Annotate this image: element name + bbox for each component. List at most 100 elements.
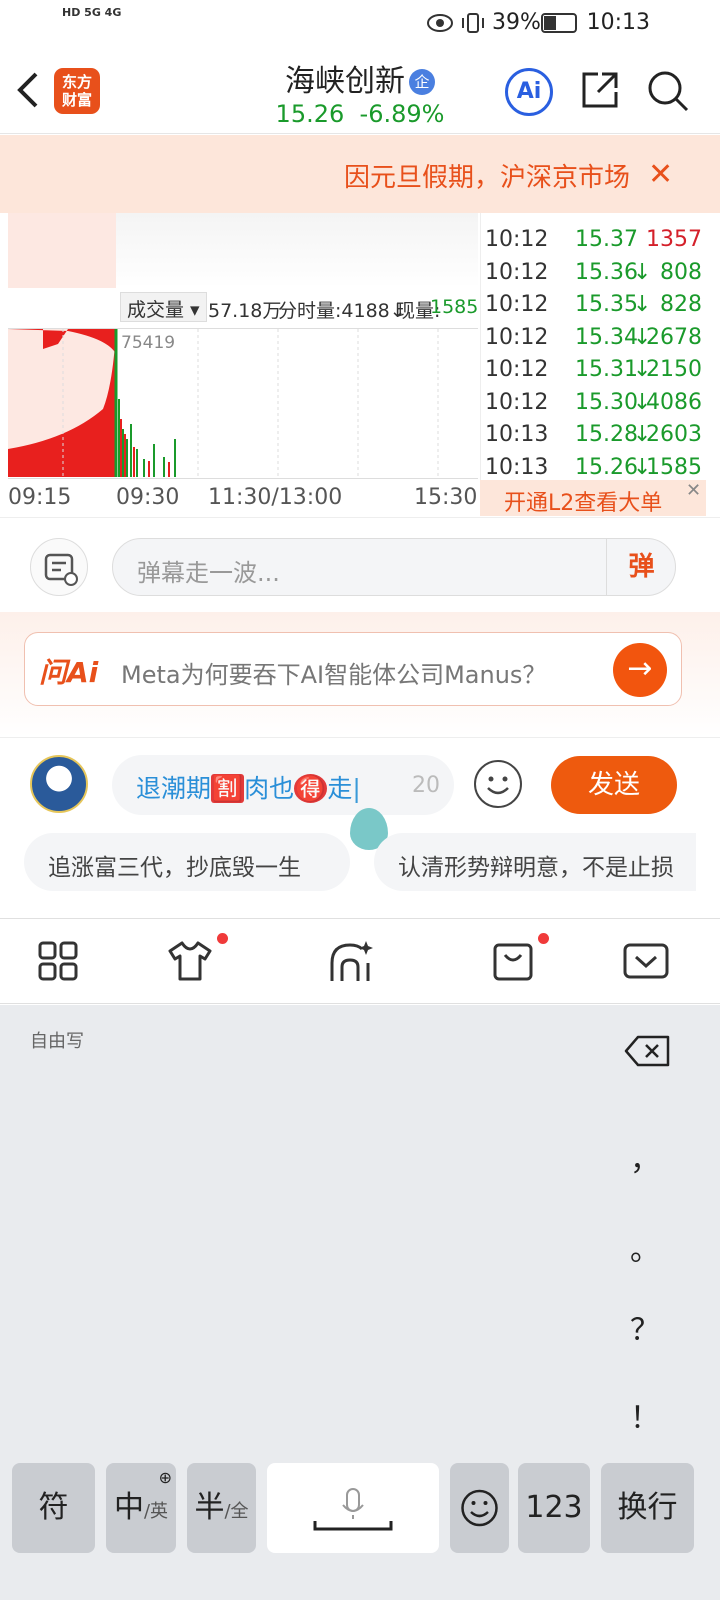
language-switch-key[interactable]: 中/英 ⊕	[106, 1463, 176, 1553]
stock-header: 东方 财富 海峡创新企 15.26 -6.89% Ai	[0, 48, 720, 134]
time-label: 15:30	[414, 485, 478, 510]
time-label: 09:30	[116, 485, 180, 510]
tick-price: 15.35	[575, 292, 638, 317]
tick-price: 15.30	[575, 389, 638, 415]
volume-selector[interactable]: 成交量 ▾	[120, 292, 207, 322]
suggestion-chip[interactable]: 认清形势辩明意，不是止损	[374, 833, 696, 891]
stock-name: 海峡创新	[285, 64, 405, 99]
tick-price: 15.31	[575, 357, 638, 382]
width-switch-key[interactable]: 半/全	[187, 1463, 256, 1553]
microphone-space-icon	[313, 1488, 393, 1531]
keyboard-toolbar	[0, 918, 720, 1004]
close-notice-button[interactable]: ✕	[648, 157, 673, 192]
ai-assistant-icon[interactable]	[326, 937, 374, 985]
backspace-icon[interactable]	[624, 1035, 672, 1067]
tick-volume: 2678	[646, 324, 702, 350]
enterprise-badge: 企	[409, 69, 435, 95]
send-button[interactable]: 发送	[551, 756, 677, 814]
grid-menu-icon[interactable]	[34, 937, 82, 985]
tick-row: 10:13 15.28 ↓ 2603	[481, 416, 706, 449]
ask-ai-card[interactable]: 问Ai Meta为何要吞下AI智能体公司Manus？ →	[24, 632, 682, 706]
tick-price: 15.34	[575, 324, 638, 350]
tick-time: 10:13	[485, 454, 549, 480]
collapse-keyboard-icon[interactable]	[622, 937, 670, 985]
notice-text: 因元旦假期，沪深京市场	[343, 163, 630, 193]
smile-icon	[461, 1489, 498, 1527]
minute-volume: 分时量:4188↓	[278, 300, 406, 322]
tick-price: 15.28	[575, 422, 638, 447]
close-icon[interactable]: ✕	[686, 480, 701, 501]
width-main: 半	[194, 1490, 225, 1525]
tick-price: 15.37	[575, 227, 638, 252]
tick-row: 10:12 15.30 ↓ 4086	[481, 384, 706, 417]
l2-banner-text: 开通L2查看大单	[504, 491, 663, 516]
holiday-notice: 因元旦假期，沪深京市场 ✕	[0, 135, 720, 213]
avatar[interactable]	[30, 755, 88, 813]
punctuation-key[interactable]: ！	[630, 1393, 660, 1437]
tick-time: 10:12	[485, 259, 549, 285]
ask-ai-go-button[interactable]: →	[613, 643, 667, 697]
danmaku-bar: 弹幕走一波... 弹	[0, 517, 720, 612]
punctuation-key[interactable]: ，	[630, 1135, 660, 1179]
price-change: -6.89%	[359, 100, 445, 128]
suggestion-chip[interactable]: 追涨富三代，抄底毁一生	[24, 833, 350, 891]
comment-input-value: 退潮期🈹肉也🉐走|	[136, 769, 361, 805]
current-price: 15.26	[275, 100, 345, 128]
search-icon[interactable]	[645, 68, 691, 114]
comment-text: 退潮期	[136, 774, 212, 803]
punctuation-key[interactable]: 。	[630, 1225, 660, 1269]
tick-volume: 2150	[646, 357, 702, 382]
newline-key[interactable]: 换行	[601, 1463, 694, 1553]
tick-row: 10:12 15.34 ↓ 2678	[481, 319, 706, 352]
volume-info-bar: 成交量 ▾ 57.18万 分时量:4188↓ 现量: 1585	[8, 292, 478, 326]
tick-volume: 808	[660, 259, 702, 285]
comment-input[interactable]: 退潮期🈹肉也🉐走| 20	[112, 755, 454, 815]
volume-selector-label: 成交量	[127, 299, 185, 321]
tick-volume: 2603	[646, 422, 702, 447]
l2-upgrade-banner[interactable]: 开通L2查看大单 ✕	[480, 480, 706, 516]
smile-icon	[487, 776, 509, 795]
handwriting-hint: 自由写	[30, 1031, 84, 1052]
language-main: 中	[113, 1490, 144, 1525]
tick-volume: 828	[660, 292, 702, 317]
tick-row: 10:12 15.36 ↓ 808	[481, 254, 706, 287]
skin-shirt-icon[interactable]	[166, 937, 214, 985]
trade-ticks-list: 10:12 15.37 1357 10:12 15.36 ↓ 808 10:12 15.35…	[480, 213, 706, 483]
price-chart-area	[8, 213, 478, 288]
eye-icon	[427, 14, 453, 32]
tick-time: 10:12	[485, 357, 549, 382]
punctuation-key[interactable]: ？	[630, 1305, 660, 1349]
emoji: 🈹	[211, 774, 245, 803]
tick-volume: 4086	[646, 389, 702, 415]
space-key[interactable]	[267, 1463, 439, 1553]
danmaku-settings-button[interactable]	[30, 538, 88, 596]
emoji: 🉐	[294, 774, 328, 803]
vibrate-icon	[462, 13, 484, 33]
tick-direction: ↓	[633, 259, 652, 285]
tick-time: 10:12	[485, 324, 549, 350]
symbol-key[interactable]: 符	[12, 1463, 95, 1553]
tick-row: 10:12 15.35 ↓ 828	[481, 286, 706, 319]
danmaku-toggle-button[interactable]: 弹	[606, 538, 676, 596]
emoji-key[interactable]	[450, 1463, 509, 1553]
handwriting-keyboard: 自由写 ， 。 ？ ！ 符 中/英 ⊕ 半/全 123 换行	[0, 1005, 720, 1600]
shopping-bag-icon[interactable]	[489, 937, 537, 985]
danmaku-input[interactable]: 弹幕走一波...	[112, 538, 676, 596]
peak-volume-label: 75419	[121, 333, 176, 353]
char-count: 20	[412, 773, 440, 798]
emoji-button[interactable]	[474, 760, 522, 808]
numbers-key[interactable]: 123	[518, 1463, 590, 1553]
tick-row: 10:13 15.26 ↓ 1585	[481, 449, 706, 482]
time-label: 09:15	[8, 485, 72, 510]
ai-button[interactable]: Ai	[505, 68, 553, 116]
ask-ai-question: Meta为何要吞下AI智能体公司Manus？	[121, 661, 547, 689]
tick-row: 10:12 15.37 1357	[481, 221, 706, 254]
width-alt: /全	[224, 1501, 249, 1522]
share-icon[interactable]	[580, 70, 620, 110]
tick-time: 10:12	[485, 389, 549, 415]
text-cursor: |	[352, 774, 361, 803]
clock: 10:13	[586, 10, 650, 35]
tick-price: 15.26	[575, 454, 638, 480]
tick-volume: 1585	[646, 454, 702, 480]
tick-price: 15.36	[575, 259, 638, 285]
